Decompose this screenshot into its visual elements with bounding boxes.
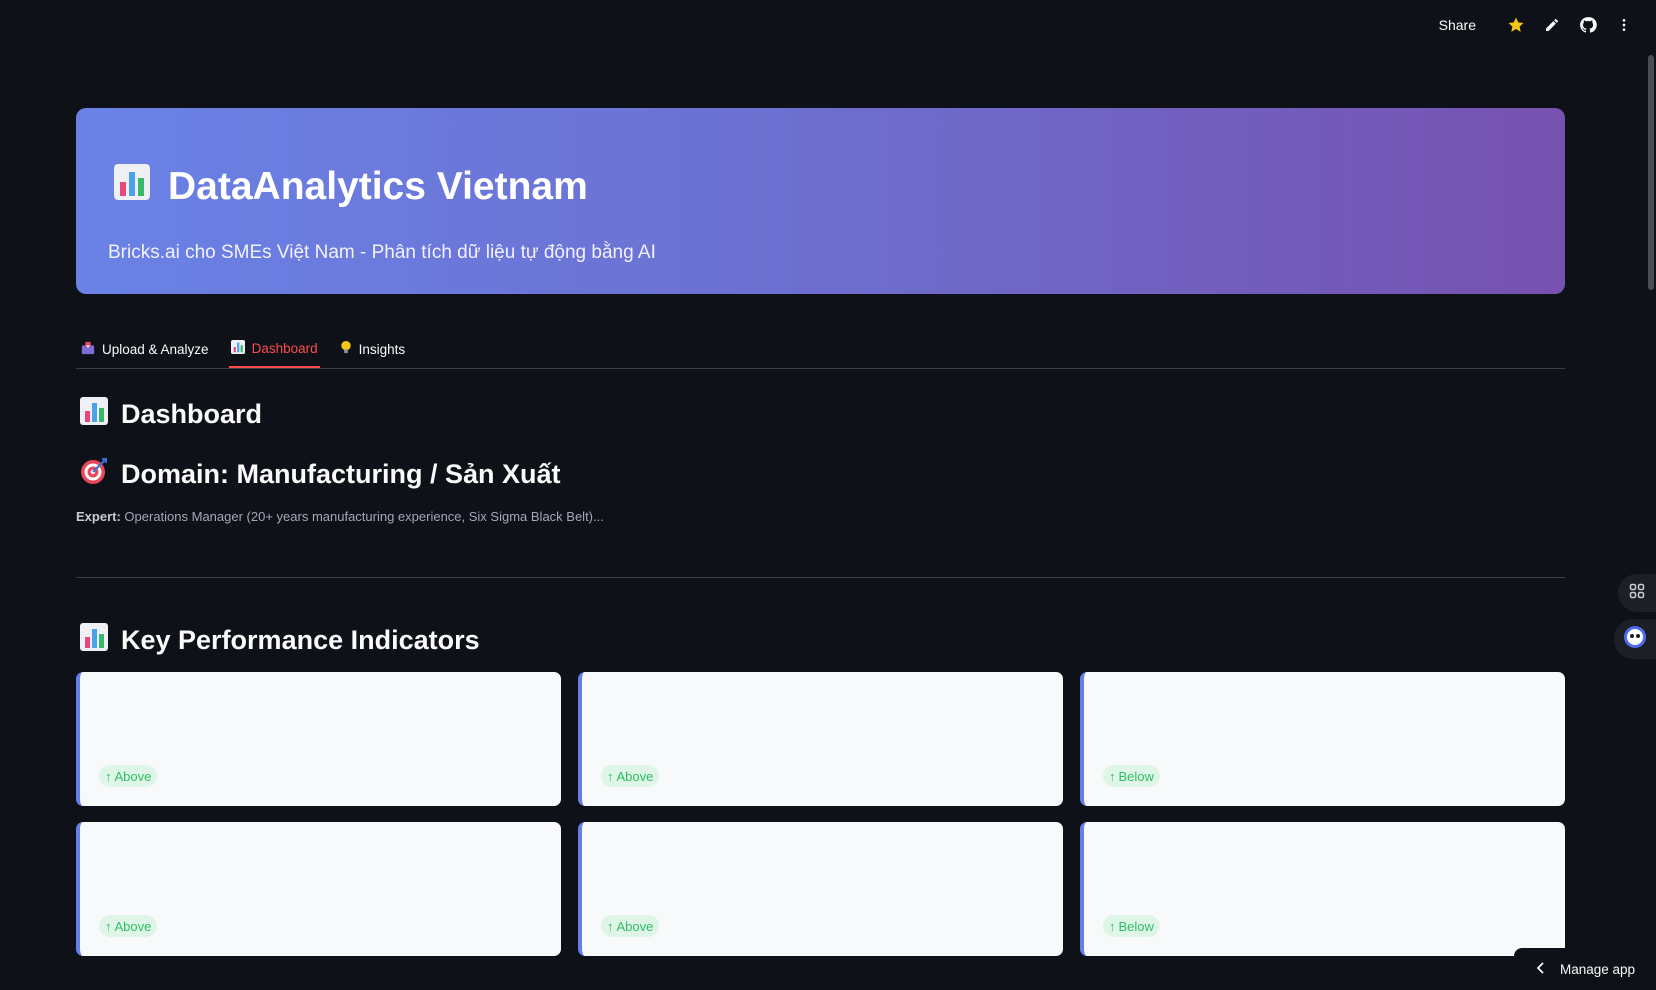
kpi-status-badge: ↑ Below: [1103, 915, 1160, 937]
kpi-card: ↑ Below: [1080, 822, 1565, 956]
kpi-status-label: Above: [616, 918, 654, 934]
star-icon[interactable]: [1498, 7, 1534, 43]
hero-banner: DataAnalytics Vietnam Bricks.ai cho SMEs…: [76, 108, 1565, 294]
kpi-card: ↑ Below: [1080, 672, 1565, 806]
expert-text: Operations Manager (20+ years manufactur…: [124, 509, 604, 524]
hero-title-row: DataAnalytics Vietnam: [112, 162, 1565, 212]
lightbulb-icon: [340, 340, 352, 358]
kpi-status-badge: ↑ Above: [99, 915, 158, 937]
kpi-status-badge: ↑ Below: [1103, 765, 1160, 787]
inbox-tray-icon: [81, 341, 95, 358]
page-scrollbar[interactable]: [1648, 55, 1654, 290]
tab-dashboard-label: Dashboard: [251, 340, 318, 356]
chevron-left-icon: [1536, 961, 1546, 977]
kpi-status-label: Above: [114, 918, 152, 934]
kpi-status-badge: ↑ Above: [601, 765, 660, 787]
arrow-up-icon: ↑: [1109, 768, 1116, 784]
tab-insights-label: Insights: [358, 341, 406, 357]
arrow-up-icon: ↑: [1109, 918, 1116, 934]
bar-chart-icon: [79, 622, 109, 659]
kpi-status-badge: ↑ Above: [601, 915, 660, 937]
kpi-status-label: Below: [1118, 918, 1154, 934]
kpi-card: ↑ Above: [578, 822, 1063, 956]
apps-grid-icon: [1629, 583, 1645, 604]
expert-caption: Expert: Operations Manager (20+ years ma…: [76, 509, 604, 524]
kpi-card: ↑ Above: [76, 822, 561, 956]
github-icon[interactable]: [1570, 7, 1606, 43]
kpi-card: ↑ Above: [578, 672, 1063, 806]
kpi-status-badge: ↑ Above: [99, 765, 158, 787]
bot-face-icon: [1623, 625, 1647, 654]
kpi-card: ↑ Above: [76, 672, 561, 806]
dashboard-heading-text: Dashboard: [121, 399, 263, 429]
kpi-heading-text: Key Performance Indicators: [121, 625, 480, 655]
tab-dashboard[interactable]: Dashboard: [228, 330, 320, 368]
arrow-up-icon: ↑: [105, 768, 112, 784]
tab-upload-analyze-label: Upload & Analyze: [102, 341, 209, 357]
app-page: Share DataAnalytics Vietnam Bricks.ai ch…: [0, 0, 1656, 990]
arrow-up-icon: ↑: [607, 918, 614, 934]
share-button[interactable]: Share: [1439, 17, 1476, 33]
tab-insights[interactable]: Insights: [338, 330, 408, 368]
kpi-status-label: Above: [616, 768, 654, 784]
arrow-up-icon: ↑: [607, 768, 614, 784]
arrow-up-icon: ↑: [105, 918, 112, 934]
hero-subtitle: Bricks.ai cho SMEs Việt Nam - Phân tích …: [108, 242, 656, 263]
kpi-status-label: Above: [114, 768, 152, 784]
target-icon: [79, 456, 109, 493]
manage-app-label: Manage app: [1560, 961, 1636, 977]
kpi-grid: ↑ Above ↑ Above ↑ Below ↑ Above ↑ Above …: [76, 672, 1565, 956]
bar-chart-icon: [79, 396, 109, 433]
assistant-bot-button[interactable]: [1614, 619, 1656, 659]
top-toolbar: Share: [1439, 0, 1656, 50]
edit-pencil-icon[interactable]: [1534, 7, 1570, 43]
bar-chart-icon: [112, 162, 152, 212]
kpi-status-label: Below: [1118, 768, 1154, 784]
hero-title: DataAnalytics Vietnam: [168, 165, 588, 208]
kpi-heading: Key Performance Indicators: [79, 622, 480, 659]
section-divider: [76, 577, 1565, 578]
expert-label: Expert:: [76, 509, 121, 524]
domain-heading-text: Domain: Manufacturing / Sản Xuất: [121, 459, 561, 489]
main-tabs: Upload & Analyze Dashboard Insights: [76, 330, 1565, 369]
more-vertical-icon[interactable]: [1606, 7, 1642, 43]
bar-chart-icon: [230, 339, 245, 357]
apps-grid-button[interactable]: [1618, 574, 1656, 612]
manage-app-button[interactable]: Manage app: [1514, 948, 1656, 990]
domain-heading: Domain: Manufacturing / Sản Xuất: [79, 456, 561, 493]
tab-upload-analyze[interactable]: Upload & Analyze: [79, 330, 211, 368]
dashboard-heading: Dashboard: [79, 396, 262, 433]
